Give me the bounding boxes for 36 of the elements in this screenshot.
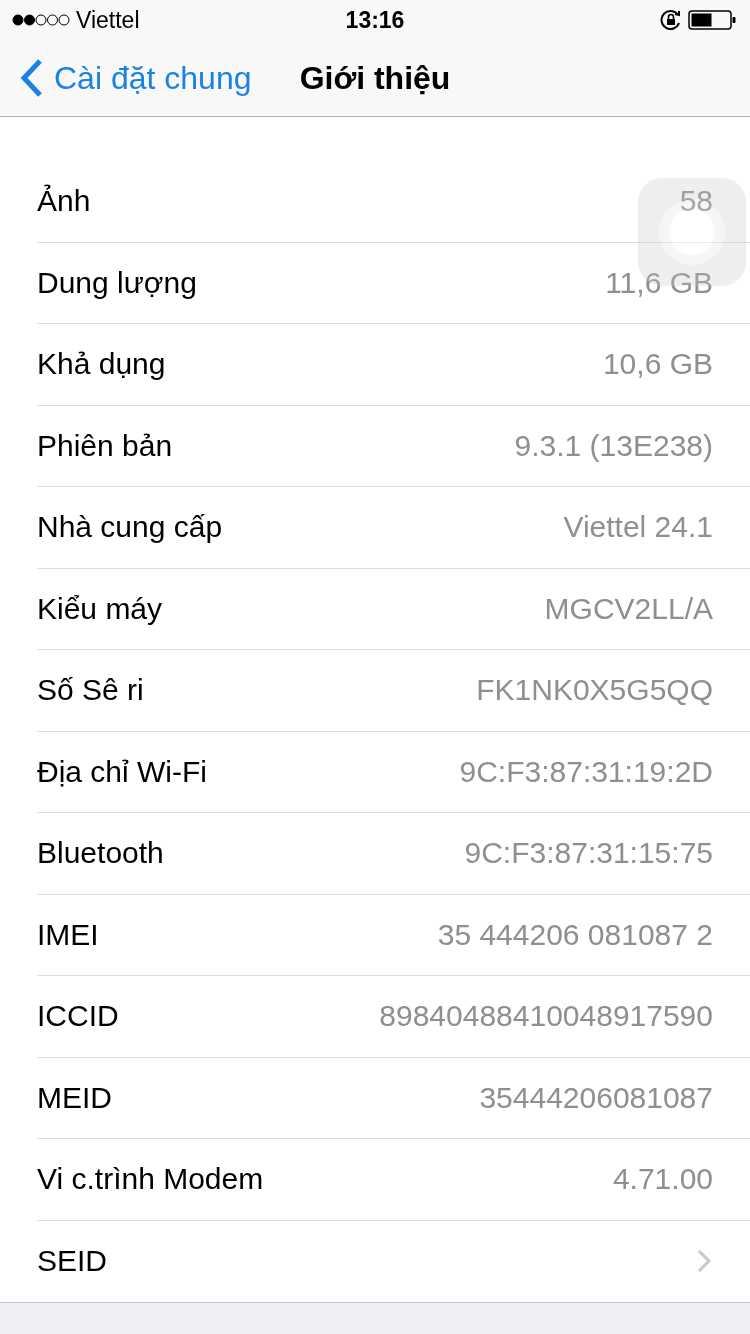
row-value: 9C:F3:87:31:15:75 — [464, 836, 713, 871]
carrier-name: Viettel — [76, 6, 140, 34]
row-value: 10,6 GB — [602, 347, 713, 382]
row-value: 89840488410048917590 — [379, 999, 713, 1034]
battery-icon — [688, 9, 738, 31]
row-label: Kiểu máy — [37, 591, 163, 626]
back-chevron-icon — [20, 58, 44, 98]
row-value: MGCV2LL/A — [544, 591, 713, 626]
row-value: 9C:F3:87:31:19:2D — [459, 754, 713, 789]
row-value: 11,6 GB — [605, 265, 713, 300]
page-title: Giới thiệu — [299, 59, 451, 97]
row-label: Ảnh — [37, 184, 91, 219]
row-label: Bluetooth — [37, 836, 164, 871]
row-label: Vi c.trình Modem — [37, 1162, 264, 1197]
status-time: 13:16 — [345, 6, 405, 34]
signal-icon — [12, 13, 70, 27]
row-label: Khả dụng — [37, 347, 166, 382]
row-label: Phiên bản — [37, 428, 173, 463]
row-value: 35444206081087 — [479, 1080, 713, 1115]
back-button[interactable]: Cài đặt chung — [0, 58, 252, 98]
chevron-right-icon[interactable] — [697, 1249, 711, 1274]
row-label: IMEI — [37, 917, 99, 952]
row-value: 35 444206 081087 2 — [437, 917, 713, 952]
row-value: 4.71.00 — [612, 1162, 713, 1197]
row-value: Viettel 24.1 — [563, 510, 713, 545]
row-label: Nhà cung cấp — [37, 510, 223, 545]
row-label: ICCID — [37, 999, 119, 1034]
row-value: 58 — [679, 184, 713, 219]
row-label: Số Sê ri — [37, 673, 144, 708]
row-label: SEID — [37, 1244, 108, 1279]
row-label: Dung lượng — [37, 265, 197, 300]
row-value: FK1NK0X5G5QQ — [476, 673, 713, 708]
row-value: 9.3.1 (13E238) — [514, 428, 713, 463]
rotation-lock-icon — [660, 9, 682, 31]
row-label: Địa chỉ Wi-Fi — [37, 754, 207, 789]
row-label: MEID — [37, 1080, 112, 1115]
